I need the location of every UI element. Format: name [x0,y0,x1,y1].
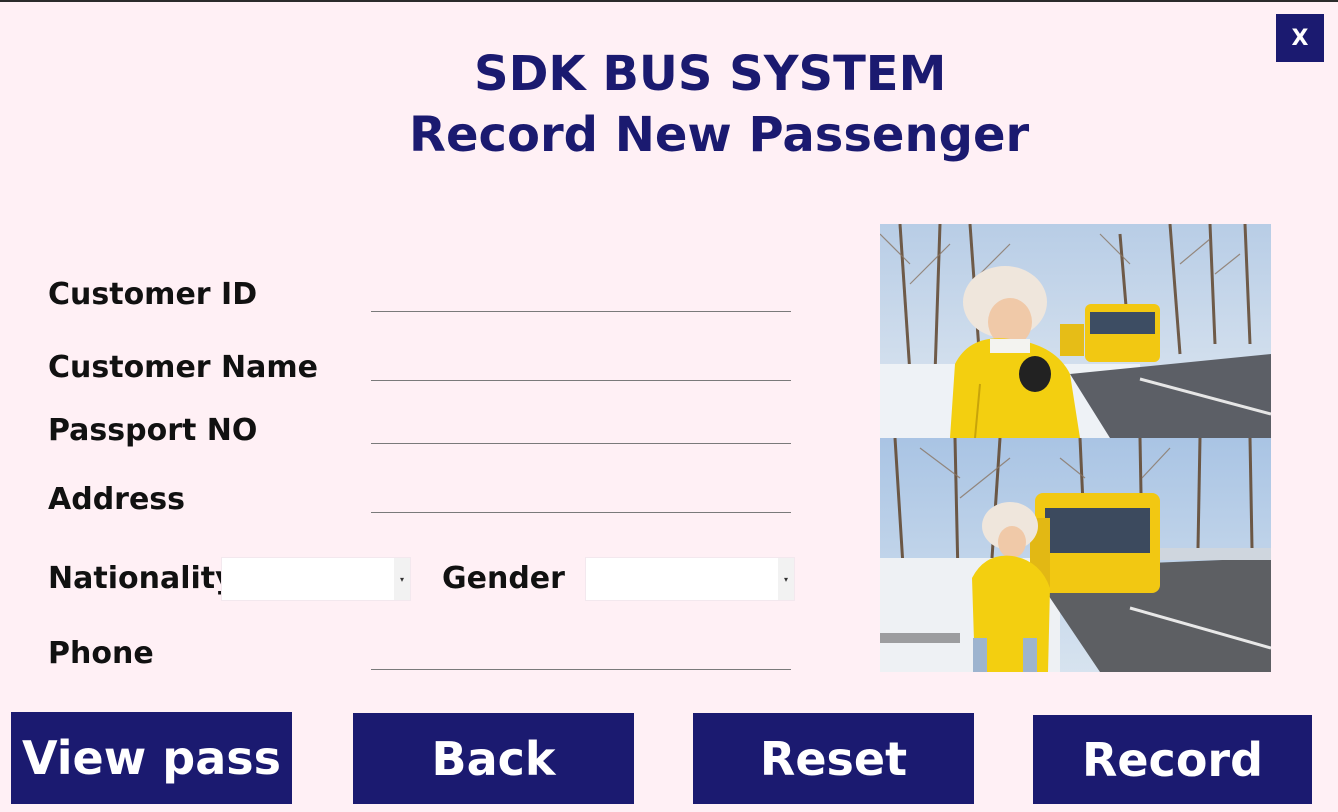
phone-label: Phone [48,636,154,671]
record-button[interactable]: Record [1033,715,1312,804]
address-input[interactable] [371,479,791,513]
customer-id-input[interactable] [371,278,791,312]
chevron-down-icon[interactable]: ▾ [394,558,410,600]
gender-label: Gender [442,561,565,596]
app-title: SDK BUS SYSTEM [474,46,947,102]
customer-name-input[interactable] [371,347,791,381]
window-top-border [0,0,1338,2]
page-title: Record New Passenger [409,107,1030,163]
bus-photo-collage [880,224,1271,672]
address-label: Address [48,482,186,517]
chevron-down-icon[interactable]: ▾ [778,558,794,600]
reset-button[interactable]: Reset [693,713,974,804]
passport-label: Passport NO [48,413,258,448]
view-pass-button[interactable]: View pass [11,712,292,804]
close-button[interactable]: X [1276,14,1324,62]
passenger-bus-photo-bottom [880,438,1271,672]
nationality-select[interactable]: ▾ [221,557,411,601]
passenger-bus-photo-top [880,224,1271,438]
customer-name-label: Customer Name [48,350,318,385]
gender-select[interactable]: ▾ [585,557,795,601]
back-button[interactable]: Back [353,713,634,804]
customer-id-label: Customer ID [48,277,258,312]
passport-input[interactable] [371,410,791,444]
nationality-label: Nationality [48,561,235,596]
phone-input[interactable] [371,636,791,670]
